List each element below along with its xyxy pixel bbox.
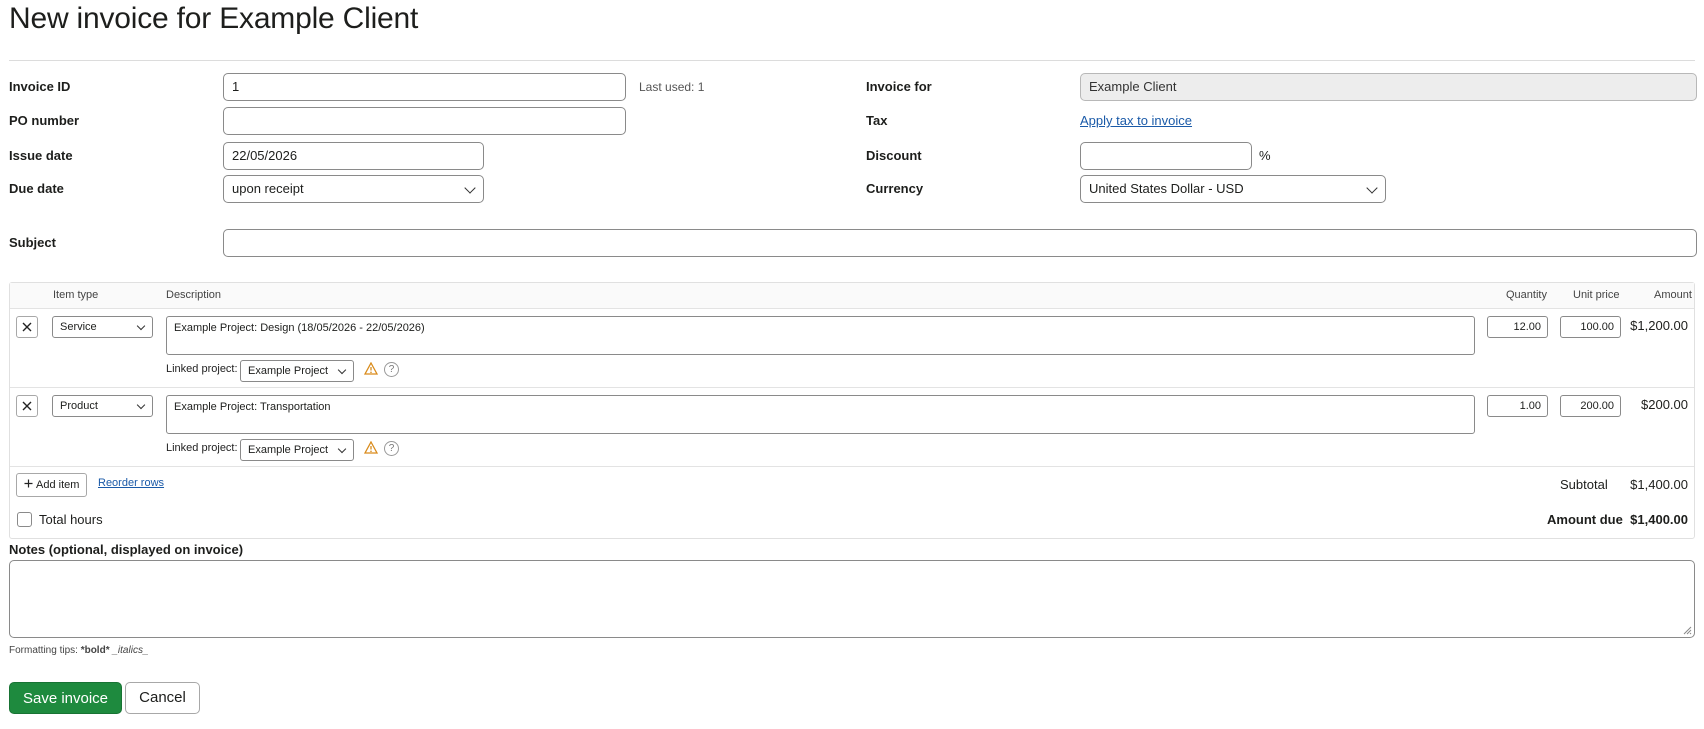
warning-icon <box>364 441 378 454</box>
remove-row-button[interactable] <box>16 395 38 417</box>
linked-project-value: Example Project <box>248 365 329 377</box>
formatting-tips-prefix: Formatting tips: <box>9 645 78 656</box>
quantity-input[interactable]: 12.00 <box>1487 316 1548 338</box>
cancel-button[interactable]: Cancel <box>125 682 200 714</box>
unit-price-input[interactable]: 100.00 <box>1560 316 1621 338</box>
linked-project-label: Linked project: <box>166 442 238 454</box>
row-amount: $1,200.00 <box>1630 318 1688 333</box>
warning-icon <box>364 362 378 375</box>
po-number-label: PO number <box>9 113 80 128</box>
resize-grip-icon[interactable] <box>1682 625 1692 635</box>
tax-label: Tax <box>866 113 888 128</box>
item-type-value: Service <box>60 321 97 333</box>
total-hours-label: Total hours <box>39 512 103 527</box>
row-divider <box>10 466 1694 467</box>
invoice-for-field: Example Client <box>1080 73 1697 101</box>
row-amount: $200.00 <box>1641 397 1688 412</box>
header-item-type: Item type <box>53 289 99 301</box>
help-icon[interactable]: ? <box>384 441 399 456</box>
po-number-input[interactable] <box>223 107 626 135</box>
header-amount: Amount <box>1654 289 1692 301</box>
issue-date-input[interactable]: 22/05/2026 <box>223 142 484 170</box>
unit-price-input[interactable]: 200.00 <box>1560 395 1621 417</box>
help-icon[interactable]: ? <box>384 362 399 377</box>
quantity-input[interactable]: 1.00 <box>1487 395 1548 417</box>
last-used-hint: Last used: 1 <box>639 80 705 94</box>
apply-tax-link[interactable]: Apply tax to invoice <box>1080 113 1192 128</box>
discount-input[interactable] <box>1080 142 1252 170</box>
item-type-value: Product <box>60 400 98 412</box>
formatting-tips-italic: _italics_ <box>112 645 149 656</box>
subtotal-label: Subtotal <box>1560 477 1608 492</box>
issue-date-label: Issue date <box>9 148 73 163</box>
line-items-table: Item type Description Quantity Unit pric… <box>9 282 1695 539</box>
due-date-value: upon receipt <box>232 181 304 196</box>
chevron-down-icon <box>337 444 347 454</box>
discount-label: Discount <box>866 148 922 163</box>
chevron-down-icon <box>1366 182 1378 194</box>
add-item-button[interactable]: Add item <box>16 473 88 497</box>
close-icon <box>22 322 32 332</box>
discount-percent-suffix: % <box>1259 148 1271 163</box>
header-quantity: Quantity <box>1506 289 1547 301</box>
invoice-id-label: Invoice ID <box>9 79 71 94</box>
line-items-header: Item type Description Quantity Unit pric… <box>10 283 1694 309</box>
subtotal-value: $1,400.00 <box>1630 477 1688 492</box>
currency-value: United States Dollar - USD <box>1089 181 1244 196</box>
linked-project-value: Example Project <box>248 444 329 456</box>
page-title: New invoice for Example Client <box>9 2 419 35</box>
notes-label: Notes (optional, displayed on invoice) <box>9 542 244 557</box>
header-divider <box>9 60 1695 61</box>
item-type-select[interactable]: Service <box>52 316 153 338</box>
formatting-tips: Formatting tips: *bold* _italics_ <box>9 645 149 656</box>
reorder-rows-link[interactable]: Reorder rows <box>98 477 164 489</box>
invoice-for-label: Invoice for <box>866 79 932 94</box>
currency-label: Currency <box>866 181 924 196</box>
linked-project-label: Linked project: <box>166 363 238 375</box>
linked-project-select[interactable]: Example Project <box>240 360 354 382</box>
amount-due-value: $1,400.00 <box>1630 512 1688 527</box>
subject-input[interactable] <box>223 229 1697 257</box>
due-date-select[interactable]: upon receipt <box>223 175 484 203</box>
remove-row-button[interactable] <box>16 316 38 338</box>
save-invoice-button[interactable]: Save invoice <box>9 682 122 714</box>
header-description: Description <box>166 289 222 301</box>
header-unit-price: Unit price <box>1573 289 1620 301</box>
chevron-down-icon <box>136 321 146 331</box>
formatting-tips-bold: *bold* <box>80 645 110 656</box>
item-type-select[interactable]: Product <box>52 395 153 417</box>
due-date-label: Due date <box>9 181 64 196</box>
plus-icon <box>24 479 33 488</box>
chevron-down-icon <box>136 400 146 410</box>
description-input[interactable]: Example Project: Design (18/05/2026 - 22… <box>166 316 1475 355</box>
close-icon <box>22 401 32 411</box>
linked-project-select[interactable]: Example Project <box>240 439 354 461</box>
subject-label: Subject <box>9 235 56 250</box>
invoice-id-input[interactable]: 1 <box>223 73 626 101</box>
row-divider <box>10 387 1694 388</box>
amount-due-label: Amount due <box>1547 512 1623 527</box>
add-item-label: Add item <box>36 479 80 491</box>
chevron-down-icon <box>337 365 347 375</box>
currency-select[interactable]: United States Dollar - USD <box>1080 175 1386 203</box>
description-input[interactable]: Example Project: Transportation <box>166 395 1475 434</box>
chevron-down-icon <box>464 182 476 194</box>
notes-textarea[interactable] <box>9 560 1695 638</box>
total-hours-checkbox[interactable] <box>17 512 32 527</box>
